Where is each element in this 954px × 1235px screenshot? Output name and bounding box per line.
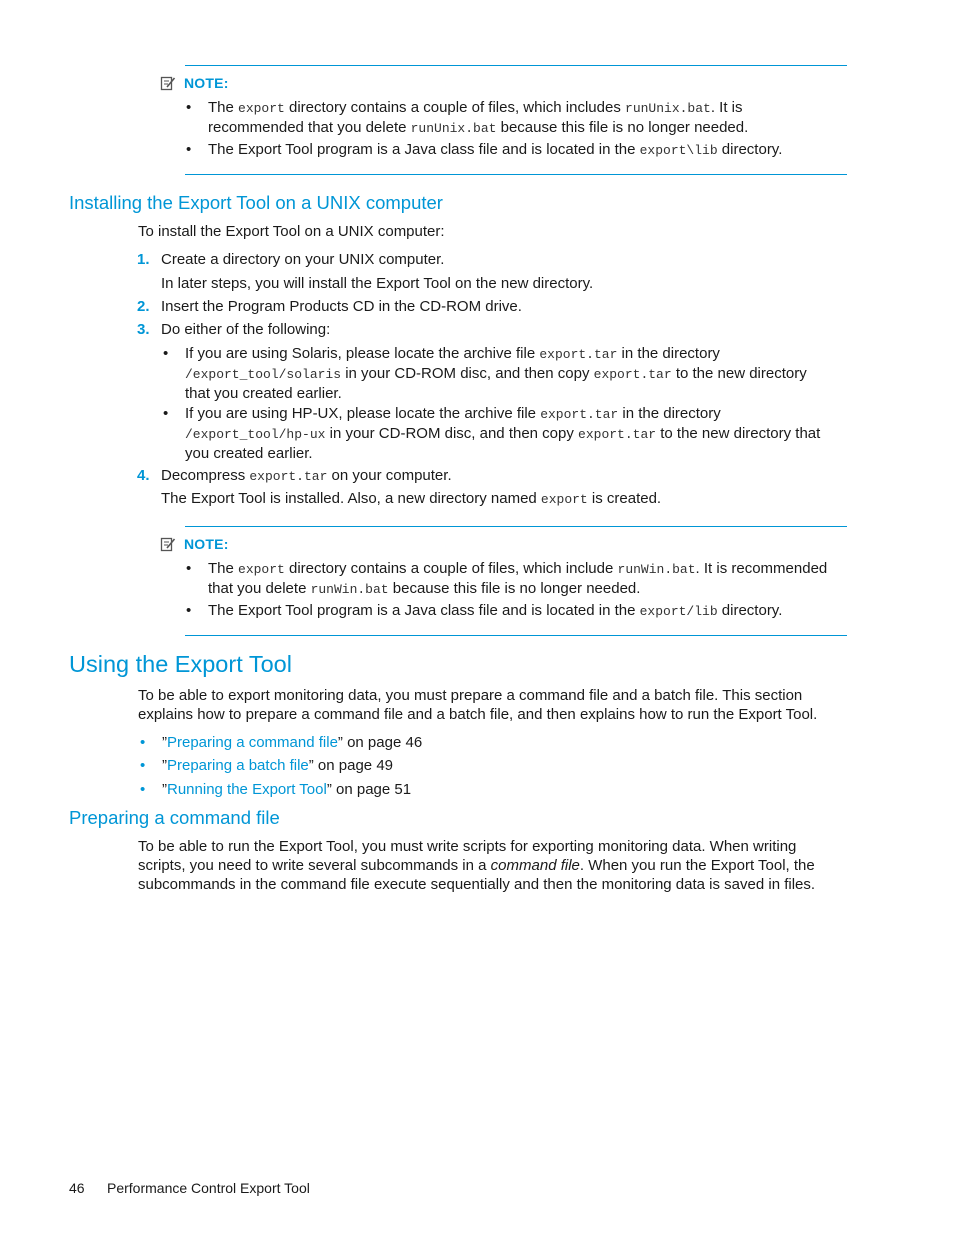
using-paragraph-line-1: To be able to export monitoring data, yo…: [138, 687, 803, 704]
xref-item: • ”Preparing a command file” on page 46: [140, 734, 423, 751]
note1-bullet-1: • The export directory contains a couple…: [186, 99, 749, 136]
page-number: 46: [69, 1180, 85, 1196]
note2-label: NOTE:: [184, 536, 229, 552]
note1-heading: NOTE:: [160, 75, 229, 91]
note2-bullet-2: • The Export Tool program is a Java clas…: [186, 602, 783, 619]
link-preparing-command-file[interactable]: Preparing a command file: [167, 734, 338, 751]
note-icon: [160, 537, 176, 552]
note2-top-rule: [185, 526, 847, 527]
hpux-bullet: • If you are using HP-UX, please locate …: [163, 405, 821, 462]
note1-bullet-2: • The Export Tool program is a Java clas…: [186, 141, 783, 158]
xref-item: • ”Preparing a batch file” on page 49: [140, 757, 394, 774]
xref-item: • ”Running the Export Tool” on page 51: [140, 781, 412, 798]
using-section-heading: Using the Export Tool: [69, 651, 292, 677]
step-4: 4. Decompress export.tar on your compute…: [137, 467, 452, 484]
note2-heading: NOTE:: [160, 536, 229, 552]
note1-bottom-rule: [185, 174, 847, 175]
footer-title: Performance Control Export Tool: [107, 1180, 310, 1196]
command-paragraph-line-1: To be able to run the Export Tool, you m…: [138, 838, 797, 855]
command-section-heading: Preparing a command file: [69, 807, 280, 828]
step-1: 1. Create a directory on your UNIX compu…: [137, 251, 445, 268]
link-running-export-tool[interactable]: Running the Export Tool: [167, 781, 327, 798]
using-paragraph-line-2: explains how to prepare a command file a…: [138, 706, 818, 723]
command-paragraph-line-3: subcommands in the command file execute …: [138, 876, 816, 893]
step-2: 2. Insert the Program Products CD in the…: [137, 298, 522, 315]
note1-label: NOTE:: [184, 75, 229, 91]
unix-section-heading: Installing the Export Tool on a UNIX com…: [69, 192, 443, 213]
solaris-bullet: • If you are using Solaris, please locat…: [163, 345, 807, 402]
note-icon: [160, 76, 176, 91]
step-4-sub: The Export Tool is installed. Also, a ne…: [161, 490, 662, 507]
note1-top-rule: [185, 65, 847, 66]
note2-bullet-1: • The export directory contains a couple…: [186, 560, 828, 597]
unix-intro: To install the Export Tool on a UNIX com…: [138, 223, 445, 240]
link-preparing-batch-file[interactable]: Preparing a batch file: [167, 757, 309, 774]
note2-bottom-rule: [185, 635, 847, 636]
command-paragraph-line-2: scripts, you need to write several subco…: [138, 857, 815, 874]
step-1-sub: In later steps, you will install the Exp…: [161, 275, 594, 292]
step-3: 3. Do either of the following:: [137, 321, 331, 338]
